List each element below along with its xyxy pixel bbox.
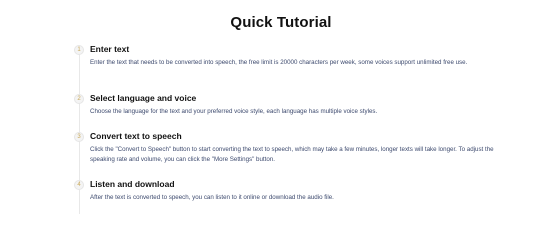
step-description: Choose the language for the text and you…	[90, 108, 378, 115]
page-title: Quick Tutorial	[230, 14, 332, 31]
step-description: Click the "Convert to Speech" button to …	[90, 146, 494, 163]
step-title: Enter text	[90, 44, 130, 54]
step-title: Listen and download	[90, 179, 175, 189]
step-number-badge: 2	[74, 94, 84, 104]
step-number-badge: 1	[74, 45, 84, 55]
step-description: Enter the text that needs to be converte…	[90, 59, 468, 66]
step-number-badge: 4	[74, 180, 84, 190]
step-title: Convert text to speech	[90, 131, 182, 141]
step-description: After the text is converted to speech, y…	[90, 194, 334, 201]
step-number-badge: 3	[74, 132, 84, 142]
step-title: Select language and voice	[90, 93, 197, 103]
